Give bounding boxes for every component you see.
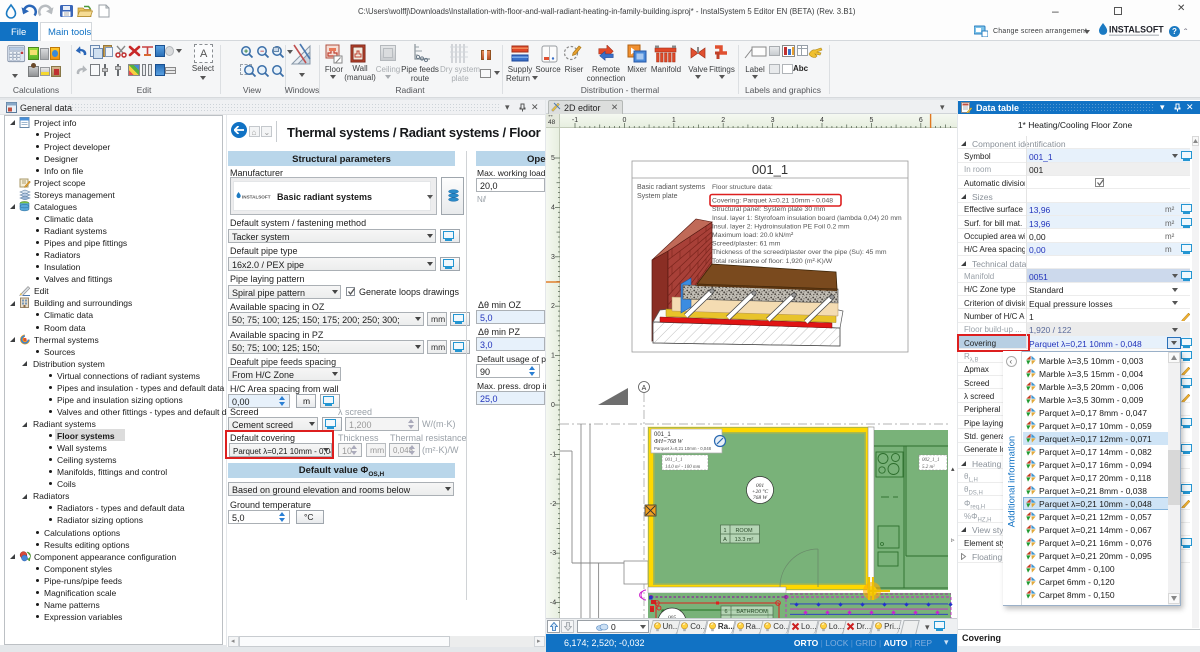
svg-text:001_1: 001_1: [654, 432, 671, 438]
svg-text:3: 3: [771, 117, 775, 124]
svg-text:ΦH=768 W: ΦH=768 W: [654, 439, 683, 445]
svg-text:Screed/plaster: 61 mm: Screed/plaster: 61 mm: [712, 241, 781, 248]
svg-text:4: 4: [820, 117, 824, 124]
svg-text:+20 °C: +20 °C: [752, 488, 769, 495]
svg-text:A: A: [723, 537, 727, 543]
svg-text:-3: -3: [550, 550, 556, 557]
svg-text:2: 2: [721, 117, 725, 124]
svg-text:3: 3: [551, 254, 555, 261]
svg-text:Floor structure data:: Floor structure data:: [712, 184, 773, 191]
svg-text:1: 1: [672, 117, 676, 124]
svg-text:14.0 m² - 100 mm: 14.0 m² - 100 mm: [665, 464, 701, 470]
svg-text:5: 5: [869, 117, 873, 124]
svg-text:0: 0: [622, 117, 626, 124]
svg-text:0: 0: [551, 402, 555, 409]
svg-text:768 W: 768 W: [753, 495, 768, 501]
svg-text:Maximum load: 20.0 kN/m²: Maximum load: 20.0 kN/m²: [712, 232, 794, 239]
svg-text:13.3 m²: 13.3 m²: [735, 537, 754, 543]
svg-text:1: 1: [551, 353, 555, 360]
svg-text:−: −: [260, 49, 264, 56]
svg-text:BATHROOM: BATHROOM: [736, 609, 768, 615]
svg-text:Parquet λ=0,21 10mm - 0,048: Parquet λ=0,21 10mm - 0,048: [654, 446, 712, 451]
svg-text:Total resistance of floor: 1,9: Total resistance of floor: 1,920 (m²·K)/…: [712, 258, 833, 265]
svg-text:Insul. layer 1: Styrofoam insu: Insul. layer 1: Styrofoam insulation boa…: [712, 215, 902, 222]
svg-text:-2: -2: [550, 501, 556, 508]
svg-text:1: 1: [723, 528, 726, 534]
svg-text:5: 5: [551, 155, 555, 162]
svg-text:6: 6: [724, 609, 727, 615]
svg-text:-4: -4: [550, 600, 556, 607]
svg-text:6: 6: [919, 117, 923, 124]
svg-text:Basic radiant systems: Basic radiant systems: [637, 184, 706, 191]
svg-text:ROOM: ROOM: [735, 528, 753, 534]
svg-text:+: +: [244, 49, 248, 56]
svg-text:001_1_1: 001_1_1: [665, 458, 683, 463]
svg-text:INSTALSOFT: INSTALSOFT: [1109, 25, 1164, 35]
svg-text:Covering: Parquet λ=0.21 10mm: Covering: Parquet λ=0.21 10mm - 0.048: [712, 198, 833, 205]
svg-text:System plate: System plate: [637, 193, 678, 200]
svg-text:Insul. layer 2: Hydroinsulatio: Insul. layer 2: Hydroinsulation PE Foil …: [712, 223, 850, 230]
svg-text:INSTALSOFT: INSTALSOFT: [242, 195, 271, 200]
svg-text:2: 2: [551, 303, 555, 310]
svg-text:Thickness of the screed/plaste: Thickness of the screed/plaster over the…: [712, 249, 887, 256]
svg-text:5.2 m²: 5.2 m²: [922, 464, 935, 470]
svg-text:001_1: 001_1: [752, 162, 788, 177]
svg-text:Structural panel: System plate: Structural panel: System plate 30 mm: [712, 206, 826, 213]
svg-text:002_1_1: 002_1_1: [922, 458, 940, 463]
svg-text:4: 4: [551, 204, 555, 211]
svg-text:A: A: [642, 385, 647, 392]
svg-text:-1: -1: [550, 451, 556, 458]
svg-text:-1: -1: [572, 117, 578, 124]
